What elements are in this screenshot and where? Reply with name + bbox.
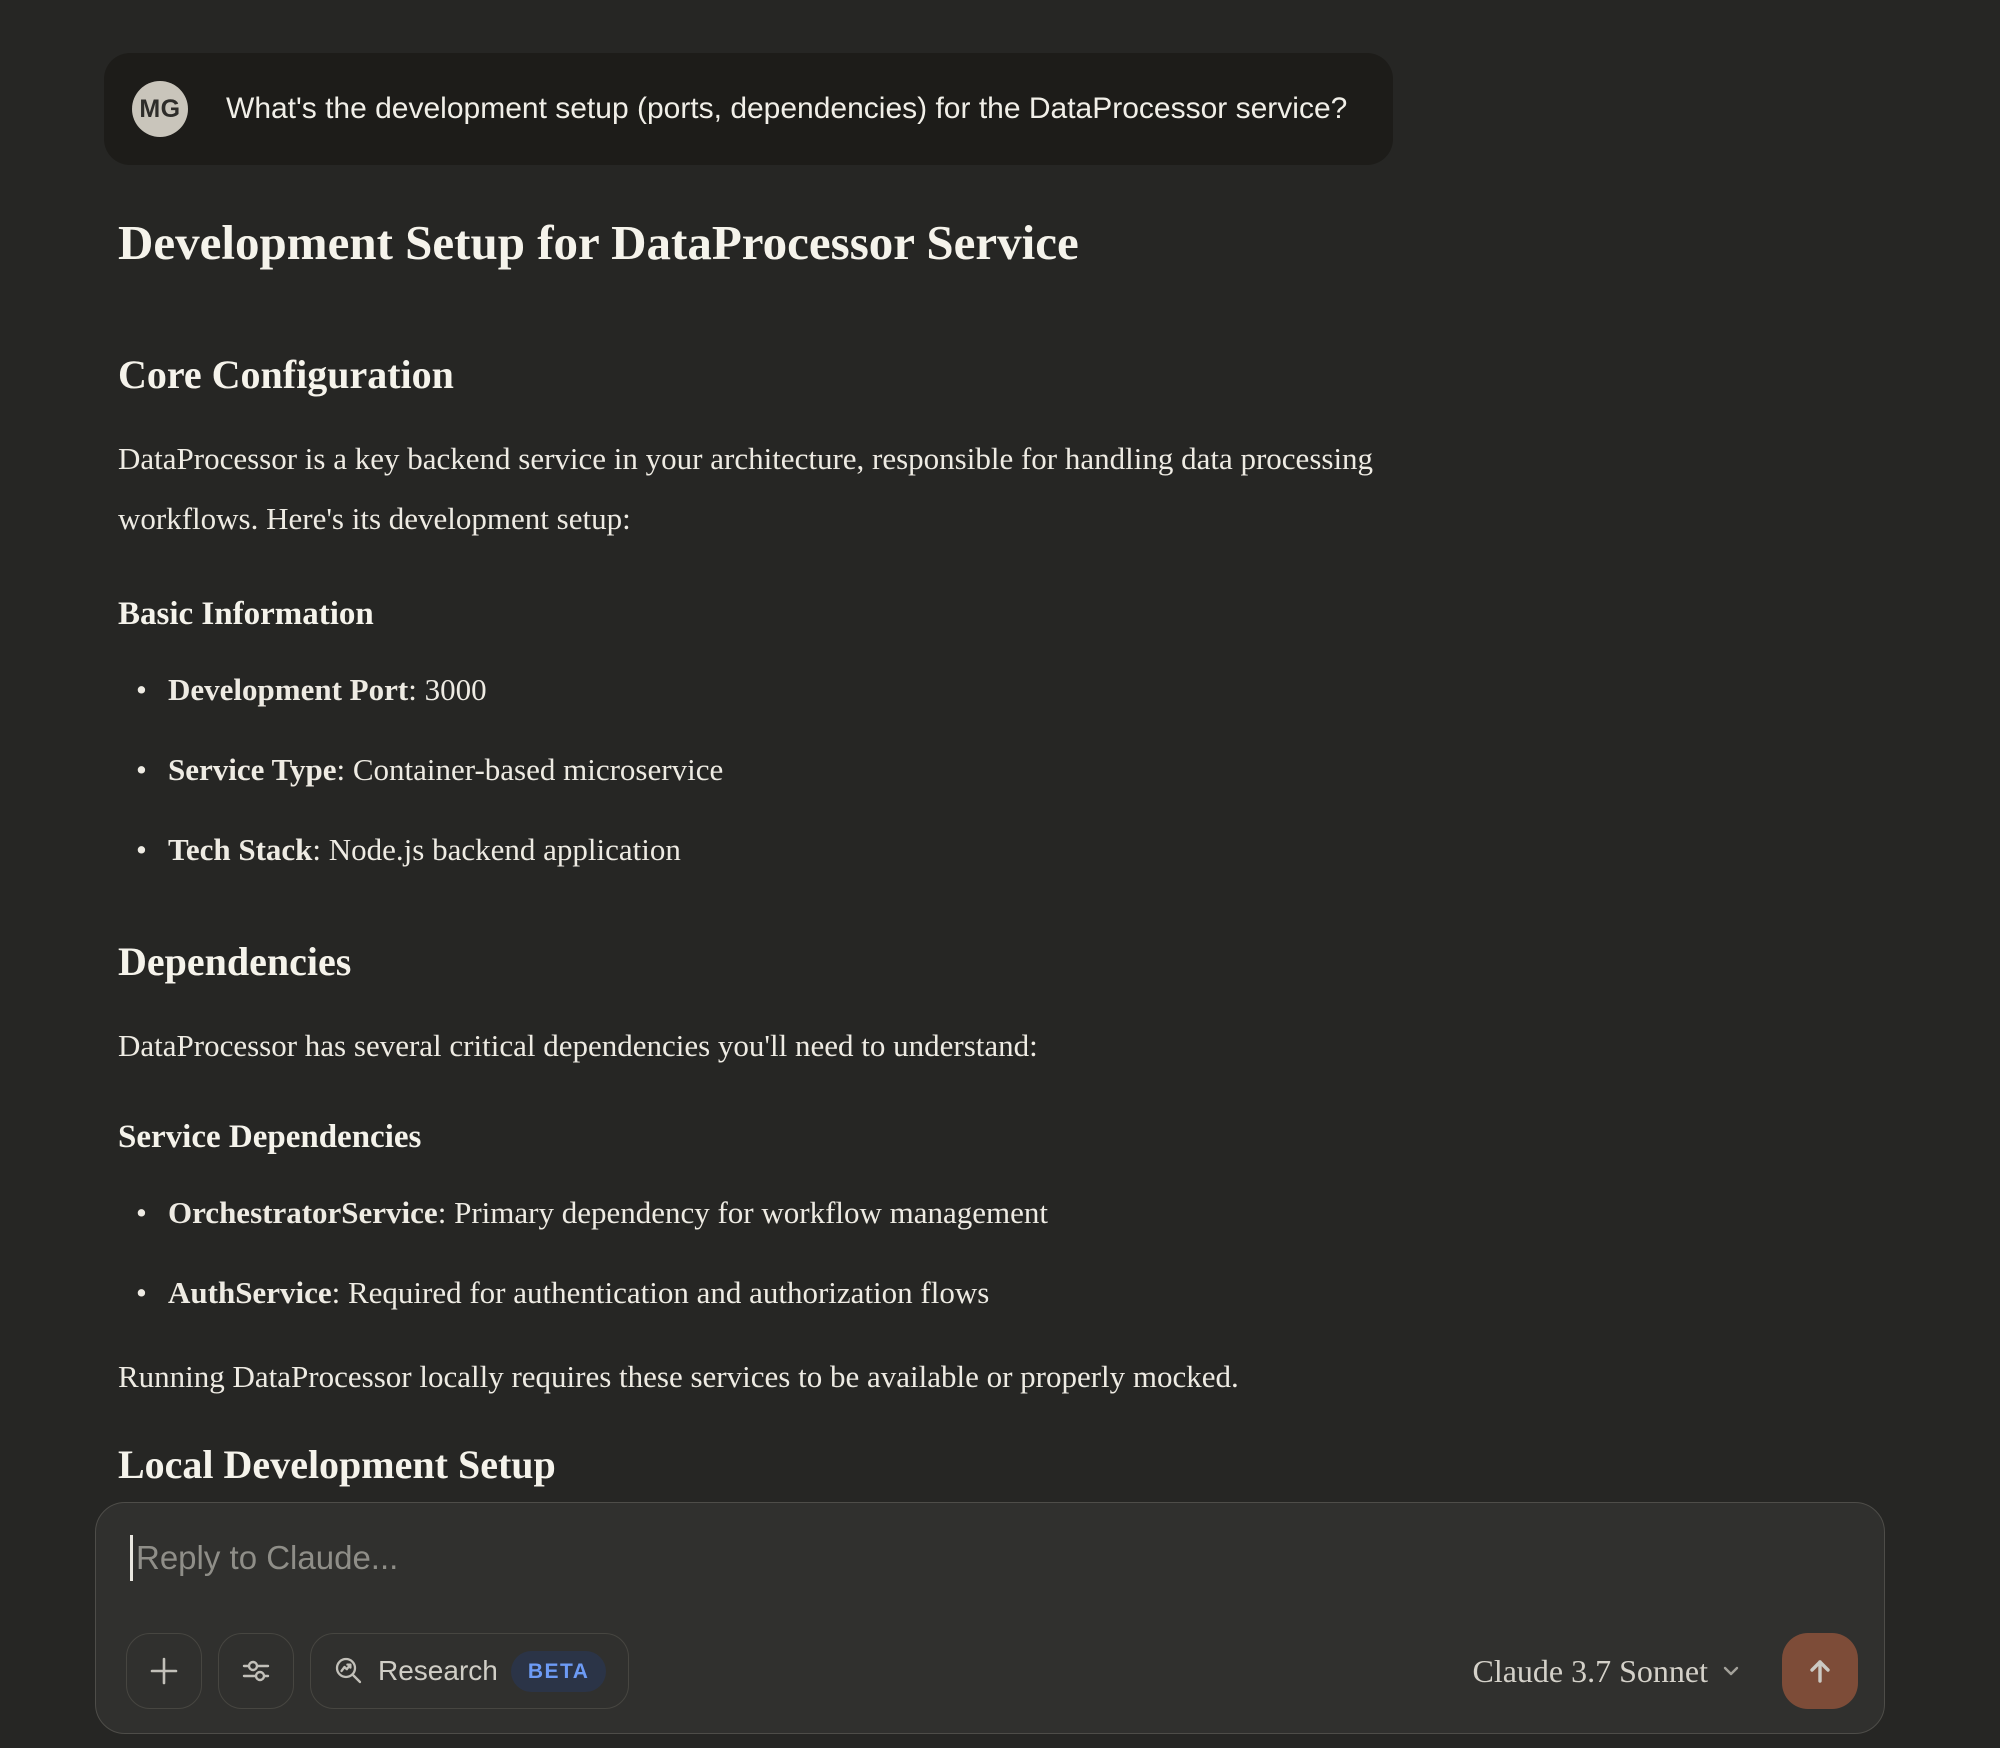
bullet-label: OrchestratorService — [168, 1195, 438, 1230]
research-button[interactable]: Research BETA — [310, 1633, 629, 1709]
list-item: Tech Stack: Node.js backend application — [136, 820, 1398, 880]
attach-button[interactable] — [126, 1633, 202, 1709]
service-dependencies-list: OrchestratorService: Primary dependency … — [118, 1183, 1398, 1323]
plus-icon — [147, 1654, 181, 1688]
chevron-down-icon — [1718, 1658, 1744, 1684]
list-item: AuthService: Required for authentication… — [136, 1263, 1398, 1323]
response-title: Development Setup for DataProcessor Serv… — [118, 213, 1398, 273]
tools-button[interactable] — [218, 1633, 294, 1709]
send-button[interactable] — [1782, 1633, 1858, 1709]
bullet-value: Node.js backend application — [329, 832, 681, 867]
research-icon — [333, 1655, 365, 1687]
list-item: Service Type: Container-based microservi… — [136, 740, 1398, 800]
bullet-value: Required for authentication and authoriz… — [348, 1275, 989, 1310]
core-configuration-intro: DataProcessor is a key backend service i… — [118, 429, 1398, 549]
input-placeholder: Reply to Claude... — [136, 1539, 398, 1577]
assistant-response: Development Setup for DataProcessor Serv… — [118, 213, 1398, 1491]
reply-input[interactable]: Reply to Claude... — [130, 1535, 1844, 1581]
chat-thread: MG What's the development setup (ports, … — [104, 53, 1400, 1491]
dependencies-note: Running DataProcessor locally requires t… — [118, 1347, 1398, 1407]
basic-information-list: Development Port: 3000 Service Type: Con… — [118, 660, 1398, 880]
composer-toolbar: Research BETA Claude 3.7 Sonnet — [126, 1633, 1858, 1709]
dependencies-heading: Dependencies — [118, 936, 1398, 988]
service-dependencies-heading: Service Dependencies — [118, 1116, 1398, 1159]
composer: Reply to Claude... — [95, 1502, 1885, 1734]
arrow-up-icon — [1802, 1653, 1838, 1689]
bullet-separator: : — [336, 752, 352, 787]
bullet-value: Primary dependency for workflow manageme… — [454, 1195, 1048, 1230]
bullet-label: Development Port — [168, 672, 408, 707]
bullet-separator: : — [312, 832, 328, 867]
beta-badge: BETA — [511, 1651, 607, 1692]
bullet-separator: : — [332, 1275, 348, 1310]
model-selector[interactable]: Claude 3.7 Sonnet — [1472, 1653, 1744, 1690]
bullet-label: Tech Stack — [168, 832, 312, 867]
bullet-separator: : — [438, 1195, 454, 1230]
bullet-value: Container-based microservice — [353, 752, 723, 787]
user-avatar: MG — [132, 81, 188, 137]
list-item: Development Port: 3000 — [136, 660, 1398, 720]
local-development-setup-heading: Local Development Setup — [118, 1439, 1398, 1491]
model-label: Claude 3.7 Sonnet — [1472, 1653, 1708, 1690]
core-configuration-heading: Core Configuration — [118, 349, 1398, 401]
sliders-icon — [240, 1655, 272, 1687]
bullet-label: AuthService — [168, 1275, 332, 1310]
text-cursor — [130, 1535, 133, 1581]
research-label: Research — [378, 1655, 498, 1687]
list-item: OrchestratorService: Primary dependency … — [136, 1183, 1398, 1243]
bullet-separator: : — [408, 672, 424, 707]
dependencies-intro: DataProcessor has several critical depen… — [118, 1016, 1398, 1076]
user-message-bubble: MG What's the development setup (ports, … — [104, 53, 1393, 165]
bullet-value: 3000 — [425, 672, 487, 707]
basic-information-heading: Basic Information — [118, 593, 1398, 636]
user-message-text: What's the development setup (ports, dep… — [226, 92, 1347, 126]
bullet-label: Service Type — [168, 752, 336, 787]
